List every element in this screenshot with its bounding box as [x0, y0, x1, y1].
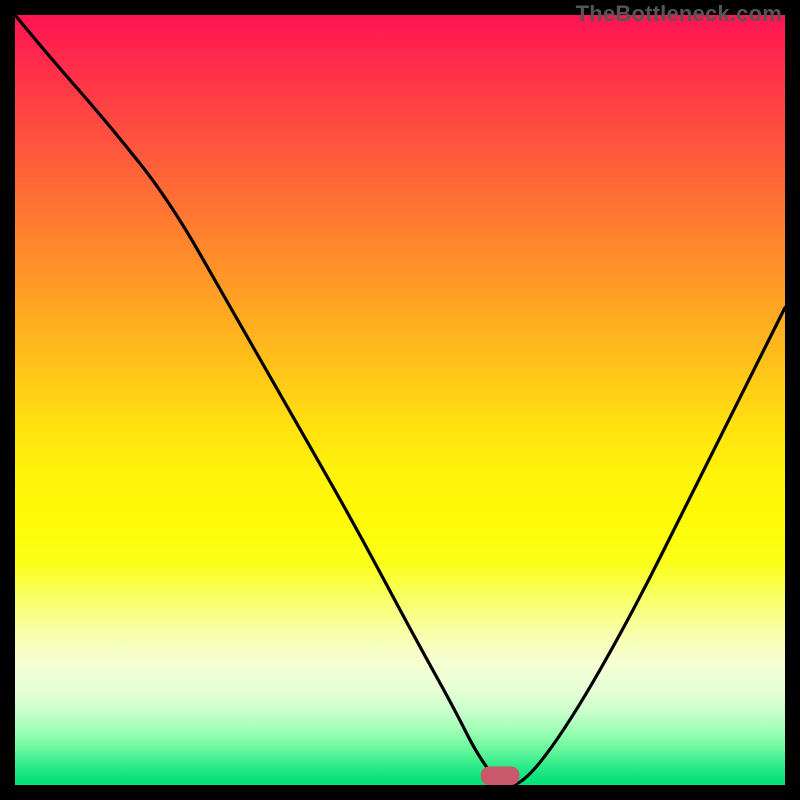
watermark-text: TheBottleneck.com: [576, 1, 782, 27]
chart-overlay: [15, 15, 785, 785]
chart-frame: TheBottleneck.com: [0, 0, 800, 800]
optimum-marker: [481, 767, 519, 785]
bottleneck-curve: [15, 15, 785, 785]
